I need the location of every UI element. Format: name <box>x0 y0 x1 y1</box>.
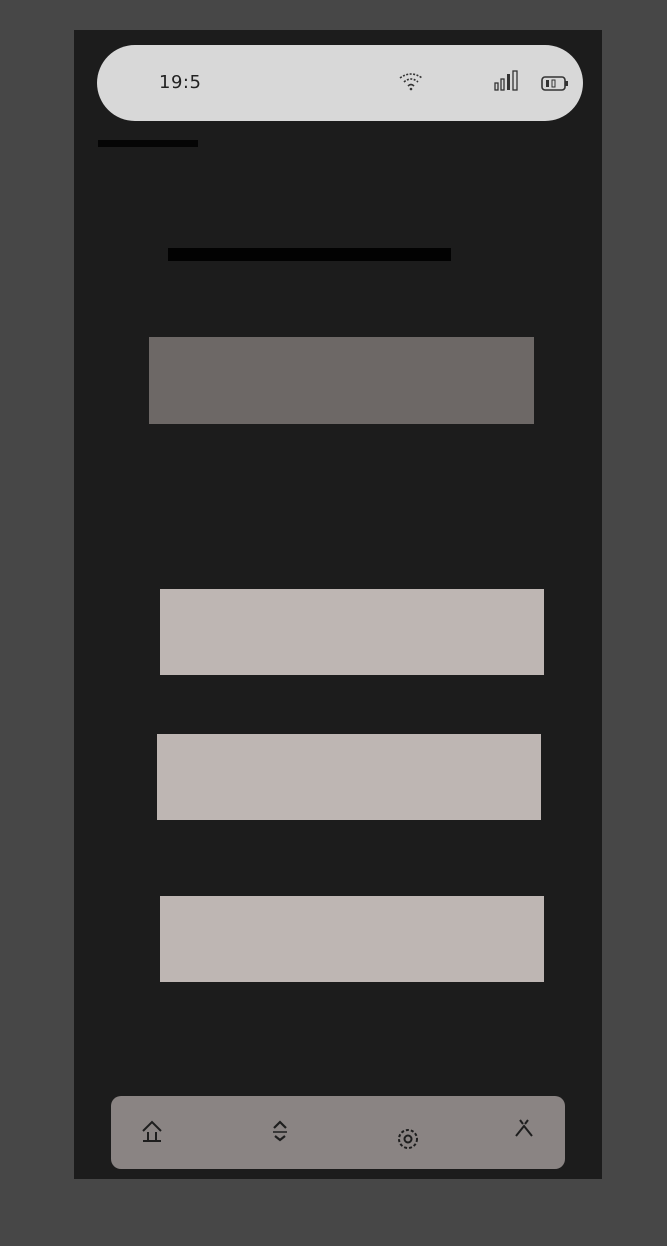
nav-profile-button[interactable] <box>507 1112 541 1146</box>
wifi-icon <box>399 73 423 91</box>
header-line <box>98 140 198 147</box>
profile-icon <box>515 1119 533 1137</box>
bottom-navigation <box>111 1096 565 1169</box>
option-button-2[interactable] <box>157 734 541 820</box>
nav-home-button[interactable] <box>135 1114 169 1148</box>
title-placeholder <box>168 248 451 261</box>
battery-icon <box>541 76 568 91</box>
nav-expand-button[interactable] <box>263 1114 297 1148</box>
settings-icon <box>398 1129 418 1149</box>
option-button-3[interactable] <box>160 896 544 982</box>
hero-block <box>149 337 534 424</box>
phone-screen: 19:5 <box>74 30 602 1179</box>
status-bar: 19:5 <box>97 45 583 121</box>
expand-icon <box>273 1120 287 1142</box>
status-time: 19:5 <box>159 72 202 93</box>
home-icon <box>142 1120 162 1142</box>
nav-settings-button[interactable] <box>391 1122 425 1156</box>
option-button-1[interactable] <box>160 589 544 675</box>
signal-icon <box>494 70 518 91</box>
